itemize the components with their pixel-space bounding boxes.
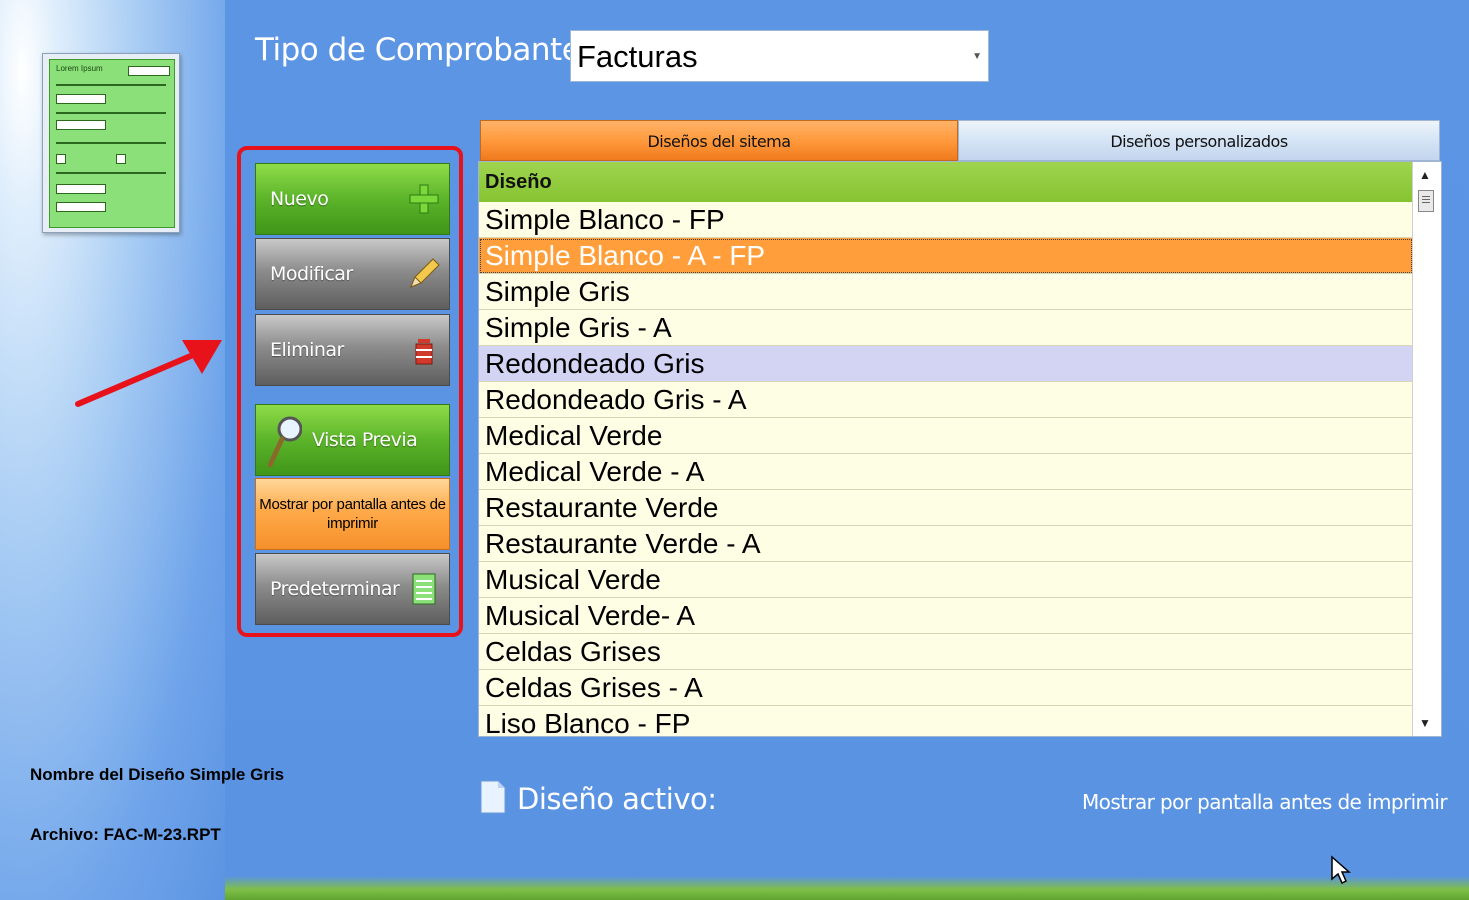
- tab-system-designs[interactable]: Diseños del sitema: [480, 120, 958, 161]
- list-item[interactable]: Musical Verde- A: [479, 598, 1413, 634]
- list-item[interactable]: Celdas Grises - A: [479, 670, 1413, 706]
- plus-icon: [409, 184, 439, 214]
- show-before-print-label: Mostrar por pantalla antes de imprimir: [259, 496, 446, 532]
- list-item[interactable]: Celdas Grises: [479, 634, 1413, 670]
- preview-button-label: Vista Previa: [312, 429, 418, 451]
- vertical-scrollbar[interactable]: ▲ ▼: [1412, 162, 1441, 736]
- trash-icon: [415, 339, 433, 365]
- list-item[interactable]: Musical Verde: [479, 562, 1413, 598]
- delete-button-label: Eliminar: [270, 339, 344, 361]
- show-before-print-status: Mostrar por pantalla antes de imprimir: [1082, 790, 1448, 814]
- column-header-label: Diseño: [485, 171, 552, 193]
- modify-button-label: Modificar: [270, 263, 353, 285]
- column-header[interactable]: Diseño: [479, 162, 1413, 202]
- list-item[interactable]: Simple Blanco - A - FP: [479, 238, 1413, 274]
- magnifier-icon: [267, 416, 302, 468]
- design-rows: Simple Blanco - FP Simple Blanco - A - FP…: [479, 202, 1413, 736]
- scroll-up-icon[interactable]: ▲: [1419, 168, 1431, 182]
- set-default-button-label: Predeterminar: [270, 578, 400, 600]
- document-list-icon: [412, 573, 436, 605]
- voucher-type-label: Tipo de Comprobante:: [255, 32, 591, 68]
- list-item[interactable]: Simple Blanco - FP: [479, 202, 1413, 238]
- grass-decoration: [225, 876, 1469, 900]
- dropdown-arrow-icon[interactable]: ▼: [972, 51, 982, 62]
- delete-button[interactable]: Eliminar: [255, 314, 450, 386]
- design-name-label: Nombre del Diseño Simple Gris: [30, 765, 285, 784]
- list-item[interactable]: Restaurante Verde: [479, 490, 1413, 526]
- modify-button[interactable]: Modificar: [255, 238, 450, 310]
- list-item[interactable]: Medical Verde - A: [479, 454, 1413, 490]
- new-button[interactable]: Nuevo: [255, 163, 450, 235]
- list-item[interactable]: Simple Gris: [479, 274, 1413, 310]
- thumbnail-heading: Lorem Ipsum: [56, 64, 103, 73]
- annotation-arrow-icon: [75, 340, 222, 407]
- list-item[interactable]: Medical Verde: [479, 418, 1413, 454]
- design-preview-thumbnail: Lorem Ipsum: [42, 53, 180, 233]
- new-button-label: Nuevo: [270, 188, 329, 210]
- scroll-thumb[interactable]: [1418, 190, 1434, 212]
- scroll-down-icon[interactable]: ▼: [1419, 716, 1431, 730]
- tab-custom-designs[interactable]: Diseños personalizados: [958, 120, 1440, 161]
- design-tabs: Diseños del sitema Diseños personalizado…: [480, 120, 1440, 161]
- list-item[interactable]: Redondeado Gris - A: [479, 382, 1413, 418]
- preview-button[interactable]: Vista Previa: [255, 404, 450, 476]
- list-item[interactable]: Redondeado Gris: [479, 346, 1413, 382]
- voucher-type-value: Facturas: [577, 39, 698, 74]
- design-list: Diseño Simple Blanco - FP Simple Blanco -…: [478, 161, 1442, 737]
- voucher-type-select[interactable]: Facturas ▼: [570, 30, 989, 82]
- file-name-label: Archivo: FAC-M-23.RPT: [30, 825, 221, 844]
- active-design-label: Diseño activo:: [517, 782, 717, 816]
- pencil-icon: [410, 258, 440, 288]
- list-item[interactable]: Liso Blanco - FP: [479, 706, 1413, 736]
- mouse-cursor-icon: [1331, 855, 1351, 885]
- document-icon: [480, 780, 506, 814]
- list-item[interactable]: Restaurante Verde - A: [479, 526, 1413, 562]
- set-default-button[interactable]: Predeterminar: [255, 553, 450, 625]
- show-before-print-toggle[interactable]: Mostrar por pantalla antes de imprimir: [255, 478, 450, 550]
- list-item[interactable]: Simple Gris - A: [479, 310, 1413, 346]
